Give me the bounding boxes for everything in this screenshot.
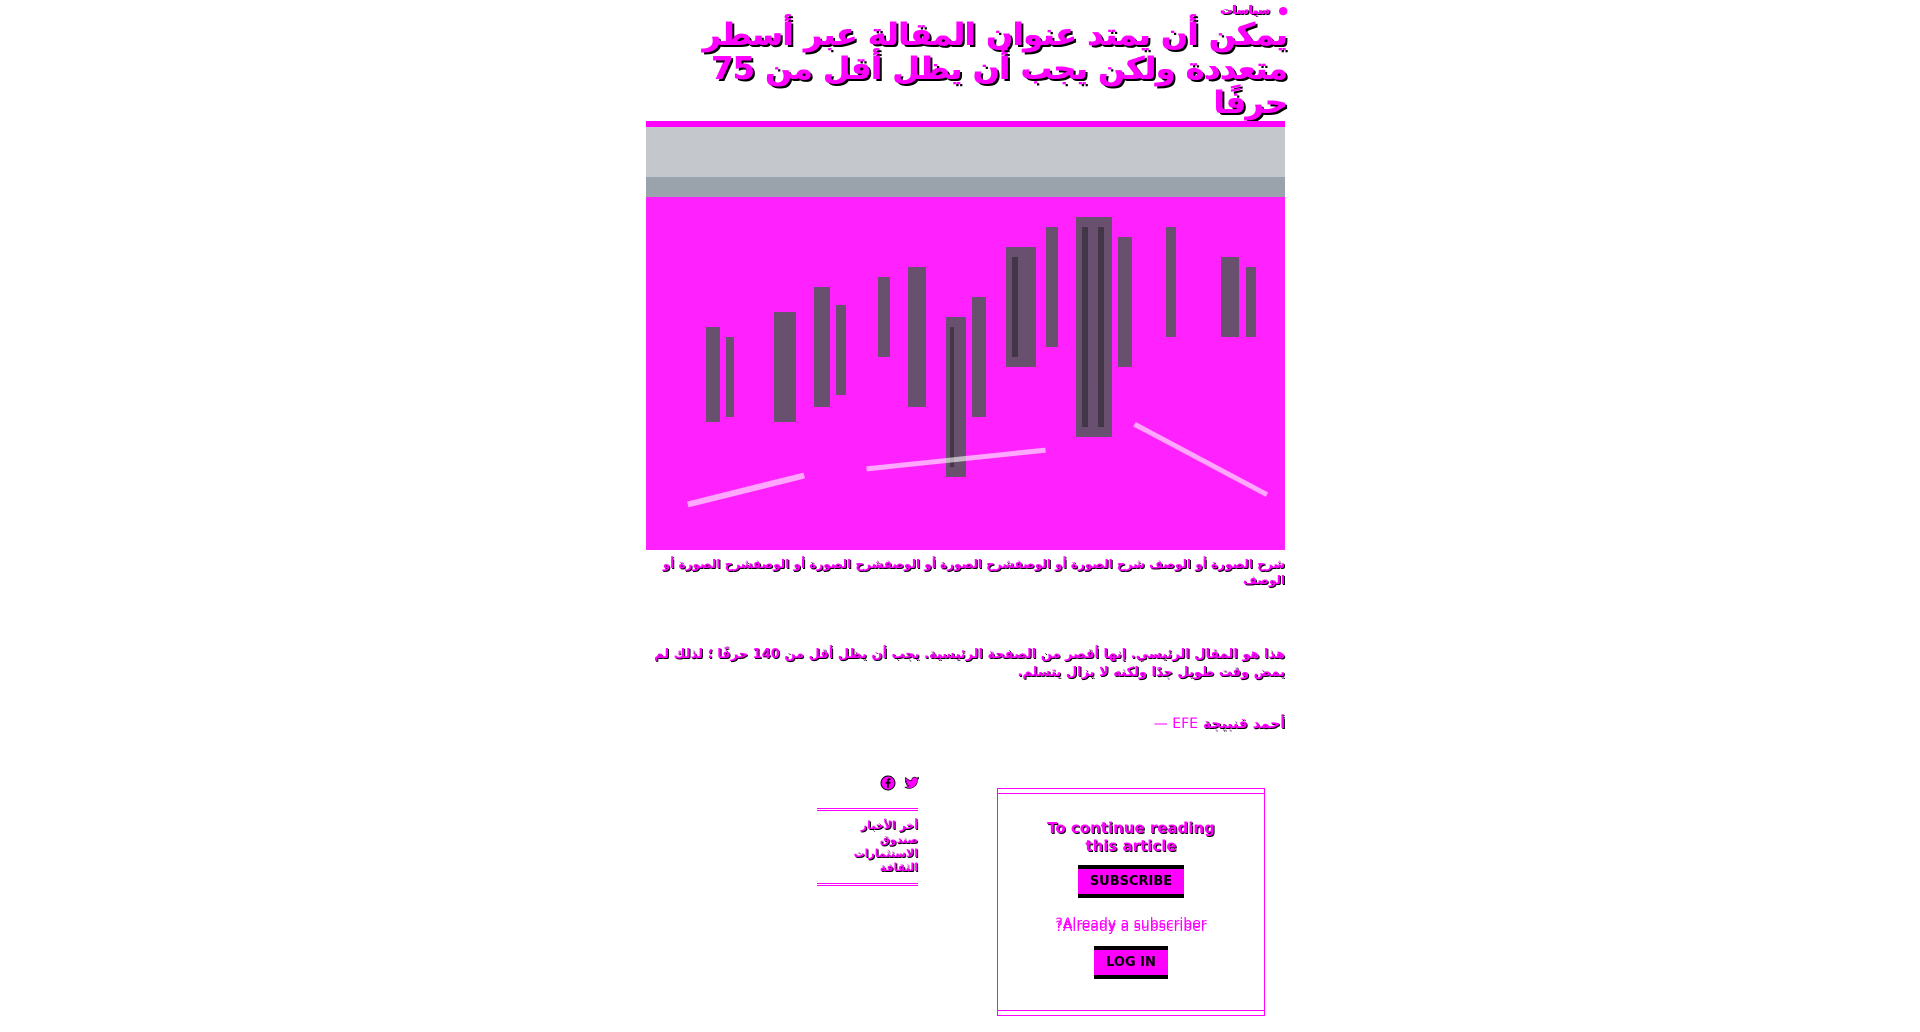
section-label[interactable]: سياسات bbox=[1221, 3, 1271, 17]
paywall-heading: To continue reading this article bbox=[1047, 819, 1215, 855]
facebook-icon[interactable] bbox=[880, 775, 896, 791]
social-share-row bbox=[860, 772, 920, 796]
hero-image bbox=[646, 127, 1285, 550]
login-button[interactable]: LOG IN bbox=[1094, 946, 1168, 979]
twitter-icon[interactable] bbox=[904, 775, 920, 791]
city-skyline-illustration bbox=[646, 127, 1285, 550]
sidebar-link-latest-news[interactable]: أخر الأخبار bbox=[817, 819, 918, 833]
subscribe-button[interactable]: SUBSCRIBE bbox=[1077, 865, 1185, 898]
paywall-box: To continue reading this article SUBSCRI… bbox=[997, 788, 1265, 1016]
article-headline: يمكن أن يمتد عنوان المقالة عبر أسطر متعد… bbox=[703, 17, 1288, 121]
image-caption: شرح الصورة أو الوصف شرح الصورة أو الوصفش… bbox=[662, 557, 1285, 587]
sidebar-nav: أخر الأخبار صندوق الاستثمارات الثقافة bbox=[817, 808, 918, 886]
author-name[interactable]: أحمد قنبيجة bbox=[1203, 716, 1285, 732]
byline: أحمد قنبيجة EFE — bbox=[646, 715, 1285, 733]
sidebar-link-investment-fund[interactable]: صندوق الاستثمارات bbox=[817, 833, 918, 861]
news-agency: EFE — bbox=[1153, 716, 1198, 732]
sidebar-link-culture[interactable]: الثقافة bbox=[817, 861, 918, 875]
article-lead: هذا هو المقال الرئيسي. إنها أقصر من الصف… bbox=[654, 647, 1285, 680]
already-subscriber-text: ?Already a subscriber bbox=[1055, 916, 1207, 932]
